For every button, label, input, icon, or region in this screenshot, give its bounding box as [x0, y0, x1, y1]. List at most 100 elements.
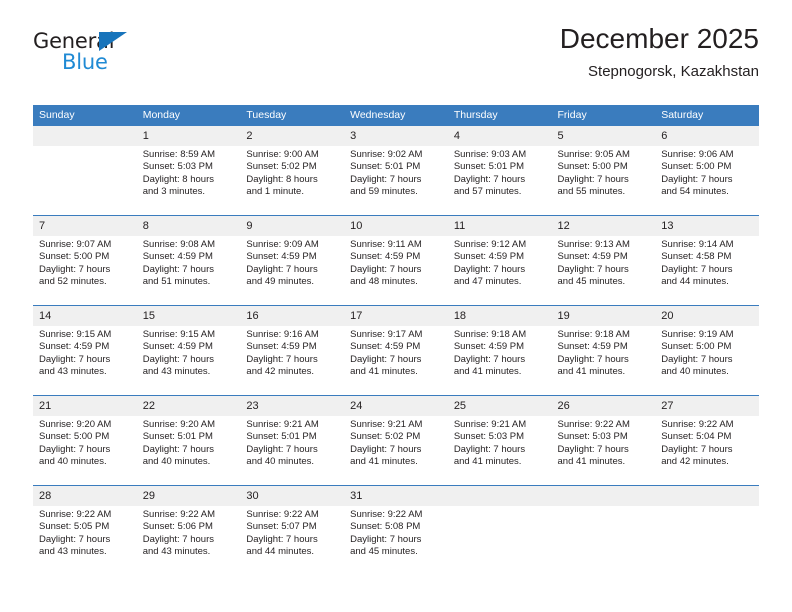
calendar-week-row: 7 Sunrise: 9:07 AM Sunset: 5:00 PM Daylight… — [33, 215, 759, 306]
daylight-text-line1: Daylight: 7 hours — [350, 443, 422, 455]
calendar-day-cell[interactable]: 3 Sunrise: 9:02 AM Sunset: 5:01 PM Daylight… — [344, 126, 448, 216]
sunrise-text: Sunrise: 9:13 AM — [557, 239, 630, 250]
daylight-text-line2: and 44 minutes. — [246, 546, 315, 558]
daylight-text-line1: Daylight: 7 hours — [453, 443, 526, 455]
day-details: Sunrise: 9:17 AM Sunset: 4:59 PM Daylight:… — [344, 326, 448, 379]
calendar-day-cell[interactable]: 5 Sunrise: 9:05 AM Sunset: 5:00 PM Daylight… — [551, 126, 656, 216]
daylight-text-line2: and 43 minutes. — [142, 366, 211, 378]
calendar-day-cell[interactable]: 2 Sunrise: 9:00 AM Sunset: 5:02 PM Daylight… — [240, 126, 345, 216]
daylight-text-line1: Daylight: 7 hours — [142, 443, 214, 455]
sunset-text: Sunset: 5:08 PM — [350, 521, 421, 533]
sunrise-text: Sunrise: 9:18 AM — [453, 329, 527, 340]
day-details: Sunrise: 9:02 AM Sunset: 5:01 PM Daylight:… — [344, 146, 448, 199]
calendar-day-cell[interactable]: 15 Sunrise: 9:15 AM Sunset: 4:59 PM Dayligh… — [136, 305, 241, 396]
day-number: 24 — [344, 396, 448, 416]
daylight-text-line2: and 43 minutes. — [142, 546, 211, 558]
day-details: Sunrise: 9:08 AM Sunset: 4:59 PM Daylight:… — [137, 236, 241, 289]
calendar-day-cell[interactable]: 4 Sunrise: 9:03 AM Sunset: 5:01 PM Daylight… — [447, 126, 552, 216]
calendar-day-cell[interactable]: 11 Sunrise: 9:12 AM Sunset: 4:59 PM Dayligh… — [447, 215, 552, 306]
calendar-day-cell[interactable]: 28 Sunrise: 9:22 AM Sunset: 5:05 PM Dayligh… — [33, 485, 137, 575]
calendar-day-cell[interactable]: 19 Sunrise: 9:18 AM Sunset: 4:59 PM Dayligh… — [551, 305, 656, 396]
calendar-day-cell[interactable]: 27 Sunrise: 9:22 AM Sunset: 5:04 PM Dayligh… — [655, 395, 759, 486]
calendar-day-cell[interactable]: 17 Sunrise: 9:17 AM Sunset: 4:59 PM Dayligh… — [344, 305, 448, 396]
day-number: 1 — [136, 126, 241, 146]
calendar-day-cell-empty — [655, 485, 759, 575]
calendar-day-cell[interactable]: 21 Sunrise: 9:20 AM Sunset: 5:00 PM Dayligh… — [33, 395, 137, 486]
calendar-head: Sunday Monday Tuesday Wednesday Thursday… — [33, 105, 759, 126]
calendar-day-cell-empty — [33, 126, 137, 216]
calendar-day-cell[interactable]: 29 Sunrise: 9:22 AM Sunset: 5:06 PM Dayligh… — [136, 485, 241, 575]
calendar-day-cell[interactable]: 12 Sunrise: 9:13 AM Sunset: 4:59 PM Dayligh… — [551, 215, 656, 306]
sunset-text: Sunset: 5:00 PM — [661, 161, 732, 173]
daylight-text-line1: Daylight: 7 hours — [142, 263, 214, 275]
day-number: 9 — [240, 216, 345, 236]
daylight-text-line1: Daylight: 7 hours — [39, 263, 111, 275]
daylight-text-line2: and 59 minutes. — [350, 186, 418, 198]
weekday-header-monday: Monday — [136, 105, 241, 126]
day-details: Sunrise: 9:06 AM Sunset: 5:00 PM Daylight:… — [655, 146, 759, 199]
daylight-text-line2: and 40 minutes. — [142, 456, 211, 468]
day-details: Sunrise: 9:03 AM Sunset: 5:01 PM Daylight:… — [448, 146, 552, 199]
daylight-text-line2: and 41 minutes. — [557, 456, 626, 468]
day-number: 8 — [136, 216, 241, 236]
calendar-day-cell[interactable]: 6 Sunrise: 9:06 AM Sunset: 5:00 PM Daylight… — [655, 126, 759, 216]
daylight-text-line2: and 49 minutes. — [246, 276, 315, 288]
day-number: 13 — [655, 216, 759, 236]
daylight-text-line2: and 40 minutes. — [661, 366, 729, 378]
calendar-day-cell[interactable]: 23 Sunrise: 9:21 AM Sunset: 5:01 PM Dayligh… — [240, 395, 345, 486]
day-number: 14 — [33, 306, 137, 326]
day-details: Sunrise: 9:12 AM Sunset: 4:59 PM Daylight:… — [448, 236, 552, 289]
calendar-day-cell[interactable]: 18 Sunrise: 9:18 AM Sunset: 4:59 PM Dayligh… — [447, 305, 552, 396]
calendar-day-cell[interactable]: 8 Sunrise: 9:08 AM Sunset: 4:59 PM Daylight… — [136, 215, 241, 306]
daylight-text-line2: and 54 minutes. — [661, 186, 729, 198]
calendar-day-cell[interactable]: 22 Sunrise: 9:20 AM Sunset: 5:01 PM Dayligh… — [136, 395, 241, 486]
sunset-text: Sunset: 5:04 PM — [661, 431, 732, 443]
sunset-text: Sunset: 4:59 PM — [246, 341, 317, 353]
daylight-text-line1: Daylight: 7 hours — [246, 353, 318, 365]
calendar-day-cell[interactable]: 1 Sunrise: 8:59 AM Sunset: 5:03 PM Daylight… — [136, 126, 241, 216]
calendar-body: 1 Sunrise: 8:59 AM Sunset: 5:03 PM Daylight… — [33, 126, 759, 575]
day-details: Sunrise: 9:21 AM Sunset: 5:03 PM Daylight:… — [448, 416, 552, 469]
day-details: Sunrise: 9:20 AM Sunset: 5:01 PM Daylight:… — [137, 416, 241, 469]
calendar-day-cell[interactable]: 10 Sunrise: 9:11 AM Sunset: 4:59 PM Dayligh… — [344, 215, 448, 306]
sunrise-text: Sunrise: 9:20 AM — [142, 419, 216, 430]
day-details: Sunrise: 9:20 AM Sunset: 5:00 PM Daylight:… — [33, 416, 137, 469]
calendar-day-cell[interactable]: 26 Sunrise: 9:22 AM Sunset: 5:03 PM Dayligh… — [551, 395, 656, 486]
calendar-day-cell[interactable]: 9 Sunrise: 9:09 AM Sunset: 4:59 PM Daylight… — [240, 215, 345, 306]
general-blue-logo[interactable]: General Blue — [33, 30, 163, 80]
sunset-text: Sunset: 4:59 PM — [39, 341, 110, 353]
sunset-text: Sunset: 4:59 PM — [557, 251, 628, 263]
calendar-day-cell[interactable]: 24 Sunrise: 9:21 AM Sunset: 5:02 PM Dayligh… — [344, 395, 448, 486]
weekday-header-thursday: Thursday — [447, 105, 552, 126]
daylight-text-line2: and 51 minutes. — [142, 276, 211, 288]
daylight-text-line2: and 41 minutes. — [453, 456, 522, 468]
sunrise-text: Sunrise: 9:03 AM — [453, 149, 527, 160]
day-number: 5 — [551, 126, 656, 146]
day-number: 28 — [33, 486, 137, 506]
calendar-day-cell[interactable]: 13 Sunrise: 9:14 AM Sunset: 4:58 PM Dayligh… — [655, 215, 759, 306]
daylight-text-line2: and 45 minutes. — [350, 546, 418, 558]
sunrise-text: Sunrise: 9:22 AM — [246, 509, 319, 520]
calendar-day-cell[interactable]: 25 Sunrise: 9:21 AM Sunset: 5:03 PM Dayligh… — [447, 395, 552, 486]
calendar-table: Sunday Monday Tuesday Wednesday Thursday… — [33, 105, 759, 575]
sunset-text: Sunset: 5:00 PM — [39, 251, 110, 263]
day-number — [655, 486, 759, 506]
calendar-day-cell[interactable]: 16 Sunrise: 9:16 AM Sunset: 4:59 PM Dayligh… — [240, 305, 345, 396]
calendar-day-cell-empty — [447, 485, 552, 575]
day-number: 12 — [551, 216, 656, 236]
calendar-day-cell[interactable]: 7 Sunrise: 9:07 AM Sunset: 5:00 PM Daylight… — [33, 215, 137, 306]
calendar-day-cell[interactable]: 14 Sunrise: 9:15 AM Sunset: 4:59 PM Dayligh… — [33, 305, 137, 396]
sunrise-text: Sunrise: 9:17 AM — [350, 329, 423, 340]
day-number: 21 — [33, 396, 137, 416]
calendar-day-cell[interactable]: 31 Sunrise: 9:22 AM Sunset: 5:08 PM Dayligh… — [344, 485, 448, 575]
calendar-day-cell[interactable]: 30 Sunrise: 9:22 AM Sunset: 5:07 PM Dayligh… — [240, 485, 345, 575]
weekday-header-wednesday: Wednesday — [344, 105, 448, 126]
sunrise-text: Sunrise: 9:18 AM — [557, 329, 630, 340]
calendar-day-cell[interactable]: 20 Sunrise: 9:19 AM Sunset: 5:00 PM Dayligh… — [655, 305, 759, 396]
daylight-text-line2: and 48 minutes. — [350, 276, 418, 288]
daylight-text-line1: Daylight: 7 hours — [246, 443, 318, 455]
daylight-text-line2: and 1 minute. — [246, 186, 304, 198]
day-number: 6 — [655, 126, 759, 146]
daylight-text-line2: and 42 minutes. — [246, 366, 315, 378]
day-number: 11 — [447, 216, 552, 236]
